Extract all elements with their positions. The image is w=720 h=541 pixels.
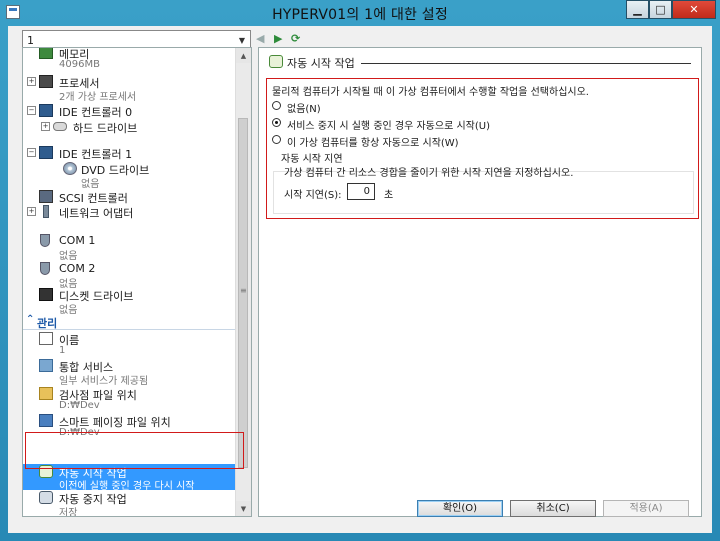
name-icon bbox=[39, 332, 53, 345]
cancel-button[interactable]: 취소(C) bbox=[510, 500, 596, 517]
dvd-icon bbox=[63, 162, 77, 175]
integration-services-icon bbox=[39, 359, 53, 372]
scroll-down-icon[interactable]: ▼ bbox=[236, 501, 251, 516]
network-adapter-icon bbox=[43, 205, 49, 218]
instruction-text: 물리적 컴퓨터가 시작될 때 이 가상 컴퓨터에서 수행할 작업을 선택하십시오… bbox=[272, 87, 589, 98]
heading-divider bbox=[361, 63, 691, 64]
minimize-button[interactable]: ▁ bbox=[626, 0, 649, 19]
radio-button[interactable] bbox=[272, 118, 281, 127]
delay-unit: 초 bbox=[384, 190, 394, 201]
section-divider bbox=[23, 329, 237, 330]
chevron-up-icon[interactable]: ⌃ bbox=[26, 314, 34, 325]
apply-button[interactable]: 적용(A) bbox=[603, 500, 689, 517]
vm-selector-value: 1 bbox=[27, 34, 34, 47]
title-bar[interactable]: HYPERV01의 1에 대한 설정 ▁ □ ✕ bbox=[0, 0, 720, 26]
settings-window: HYPERV01의 1에 대한 설정 ▁ □ ✕ 1 ▼ 메모리 4096MB … bbox=[0, 0, 720, 541]
hard-drive-icon bbox=[53, 122, 67, 131]
scrollbar-thumb[interactable]: ≡ bbox=[238, 118, 248, 468]
auto-stop-icon bbox=[39, 491, 53, 504]
maximize-button[interactable]: □ bbox=[649, 0, 672, 19]
smart-paging-icon bbox=[39, 414, 53, 427]
scroll-up-icon[interactable]: ▲ bbox=[236, 48, 251, 63]
delay-group-label: 자동 시작 지연 bbox=[281, 154, 343, 165]
radio-button[interactable] bbox=[272, 135, 281, 144]
delay-input[interactable]: 0 bbox=[347, 183, 375, 200]
scsi-icon bbox=[39, 190, 53, 203]
radio-button[interactable] bbox=[272, 101, 281, 110]
collapse-icon[interactable]: − bbox=[27, 148, 36, 157]
grip-icon: ≡ bbox=[240, 286, 247, 295]
com-port-icon bbox=[40, 234, 50, 247]
refresh-icon[interactable]: ⟳ bbox=[291, 32, 300, 45]
section-header-management[interactable]: ⌃ 관리 bbox=[23, 314, 237, 330]
memory-icon bbox=[39, 48, 53, 59]
ide-controller-icon bbox=[39, 104, 53, 117]
ok-button[interactable]: 확인(O) bbox=[417, 500, 503, 517]
window-title: HYPERV01의 1에 대한 설정 bbox=[272, 7, 448, 23]
close-button[interactable]: ✕ bbox=[672, 0, 716, 19]
expand-icon[interactable]: + bbox=[41, 122, 50, 131]
details-panel: 자동 시작 작업 물리적 컴퓨터가 시작될 때 이 가상 컴퓨터에서 수행할 작… bbox=[258, 47, 702, 517]
auto-start-icon bbox=[269, 55, 283, 68]
expand-icon[interactable]: + bbox=[27, 77, 36, 86]
processor-icon bbox=[39, 75, 53, 88]
highlight-box-selected-item bbox=[25, 432, 244, 469]
ide-controller-icon bbox=[39, 146, 53, 159]
forward-arrow-icon[interactable]: ▶ bbox=[274, 32, 282, 45]
floppy-icon bbox=[39, 288, 53, 301]
client-area: 1 ▼ 메모리 4096MB + 프로세서 2개 가상 프로세서 − IDE 컨… bbox=[8, 26, 712, 533]
collapse-icon[interactable]: − bbox=[27, 106, 36, 115]
com-port-icon bbox=[40, 262, 50, 275]
folder-icon bbox=[39, 387, 53, 400]
delay-description: 가상 컴퓨터 간 리소스 경합을 줄이기 위한 시작 지연을 지정하십시오. bbox=[284, 168, 574, 179]
delay-field-label: 시작 지연(S): bbox=[284, 190, 342, 201]
back-arrow-icon[interactable]: ◀ bbox=[256, 32, 264, 45]
expand-icon[interactable]: + bbox=[27, 207, 36, 216]
